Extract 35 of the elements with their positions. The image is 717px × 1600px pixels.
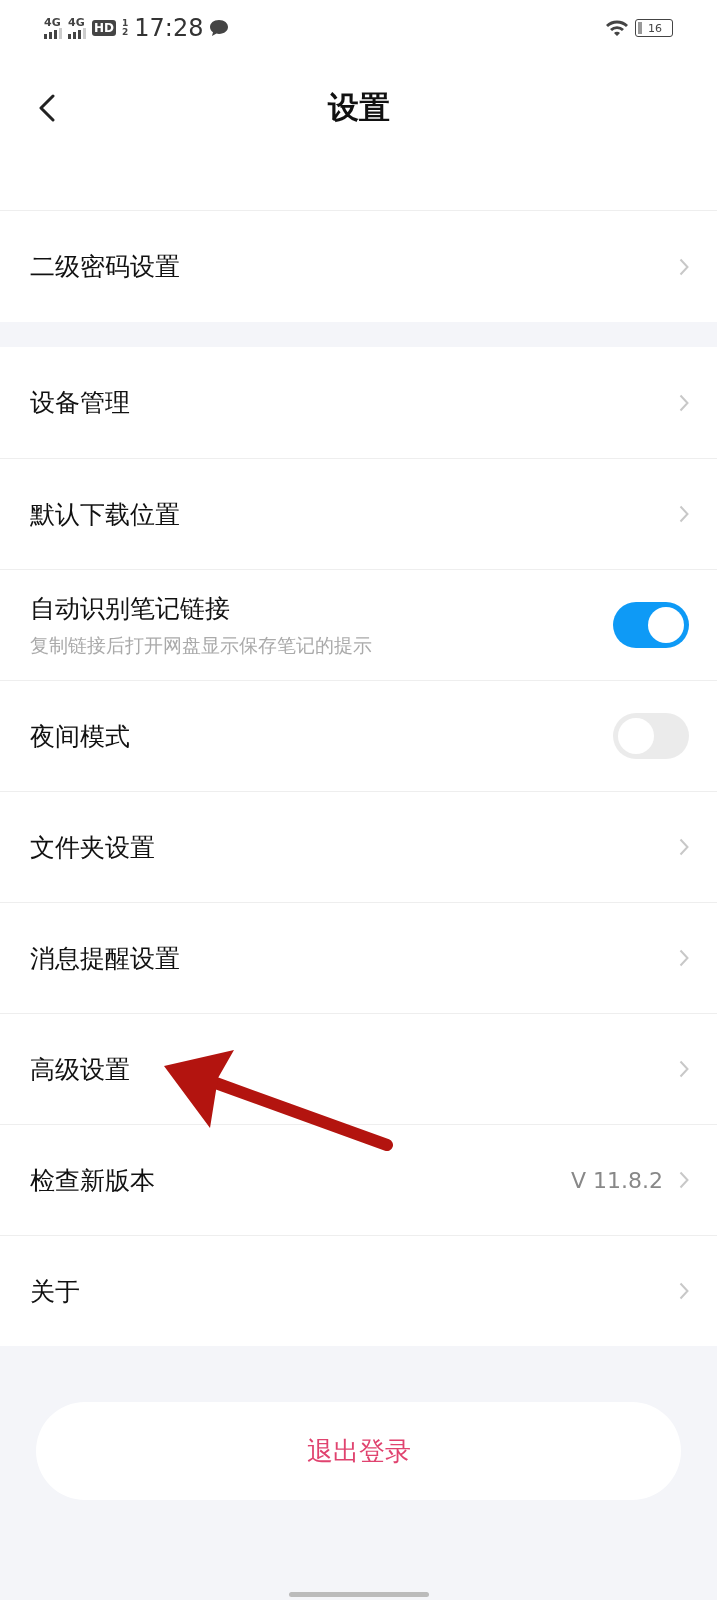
setting-label[interactable]: 高级设置 [30, 1052, 679, 1086]
toggle-switch[interactable] [613, 602, 689, 648]
setting-label[interactable]: 自动识别笔记链接 [30, 591, 613, 625]
chevron-icon[interactable] [679, 505, 689, 523]
chevron-icon[interactable] [679, 1171, 689, 1189]
message-icon [209, 19, 230, 37]
network-label: 4G [44, 17, 61, 28]
signal-icon [68, 28, 86, 39]
sim-number: 1 [122, 19, 129, 28]
setting-label[interactable]: 文件夹设置 [30, 830, 679, 864]
setting-label[interactable]: 关于 [30, 1274, 679, 1308]
chevron-icon[interactable] [679, 393, 689, 412]
signal-icon [44, 28, 62, 39]
chevron-icon[interactable] [679, 1282, 689, 1300]
chevron-icon[interactable] [679, 257, 689, 276]
setting-label[interactable]: 设备管理 [30, 386, 679, 419]
wifi-icon [605, 19, 629, 37]
setting-label[interactable]: 默认下载位置 [30, 497, 679, 531]
chevron-icon[interactable] [679, 1060, 689, 1078]
setting-label[interactable]: 夜间模式 [30, 719, 613, 753]
setting-label[interactable]: 检查新版本 [30, 1163, 571, 1197]
logout-button[interactable]: 退出登录 [36, 1402, 681, 1500]
chevron-icon[interactable] [679, 949, 689, 967]
battery-icon: 16 [635, 19, 673, 37]
setting-label[interactable]: 消息提醒设置 [30, 941, 679, 975]
home-indicator[interactable] [288, 1592, 429, 1597]
setting-description: 复制链接后打开网盘显示保存笔记的提示 [30, 632, 373, 658]
chevron-icon[interactable] [679, 838, 689, 856]
sim-number: 2 [122, 28, 129, 37]
network-label: 4G [68, 17, 85, 28]
page-title: 设置 [327, 88, 390, 127]
clock: 17:28 [134, 14, 204, 42]
back-icon[interactable] [38, 94, 56, 122]
version-text: V 11.8.2 [570, 1167, 663, 1193]
hd-badge: HD [92, 20, 116, 36]
